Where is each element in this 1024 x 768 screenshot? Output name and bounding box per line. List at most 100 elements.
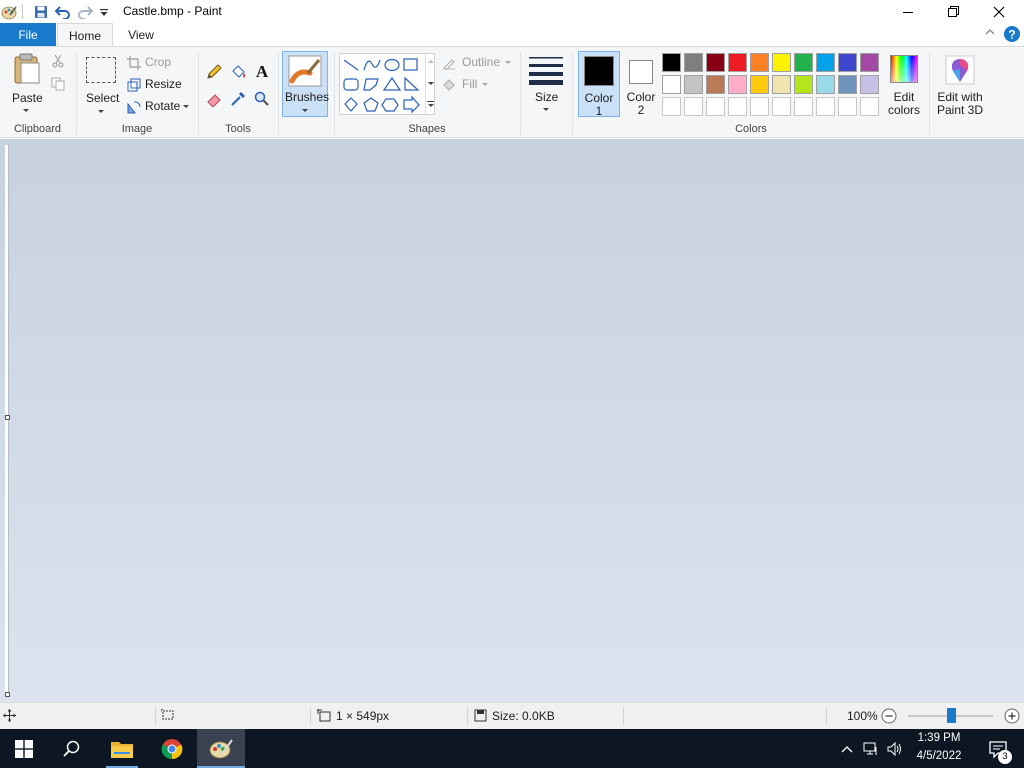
color2-button[interactable]: Color 2 [622,51,660,117]
start-button[interactable] [0,729,48,768]
palette-swatch[interactable] [728,53,747,72]
custom-color-slot[interactable] [706,97,725,116]
magnifier-icon[interactable] [254,91,270,110]
cut-icon[interactable] [51,54,65,71]
outline-label: Outline [462,55,501,69]
palette-swatch[interactable] [706,53,725,72]
save-icon[interactable] [32,3,50,21]
windows-icon [15,739,33,758]
edit-colors-label-1: Edit [893,90,915,104]
minimize-icon[interactable] [885,0,931,23]
select-dropdown-icon [98,110,104,113]
copy-icon[interactable] [51,77,65,94]
shapes-group-label: Shapes [408,123,446,135]
zoom-in-icon[interactable] [1004,708,1020,727]
palette-swatch[interactable] [706,75,725,94]
palette-swatch[interactable] [772,53,791,72]
volume-icon[interactable] [884,729,906,768]
zoom-out-icon[interactable] [881,708,897,727]
custom-color-slot[interactable] [838,97,857,116]
palette-swatch[interactable] [750,53,769,72]
select-label: Select [86,91,120,105]
chrome-button[interactable] [148,729,196,768]
palette-swatch[interactable] [860,75,879,94]
text-icon[interactable]: A [254,62,270,83]
tab-file[interactable]: File [0,23,56,46]
custom-color-slot[interactable] [816,97,835,116]
palette-swatch[interactable] [684,75,703,94]
palette-swatch[interactable] [728,75,747,94]
separator [572,51,573,135]
palette-swatch[interactable] [662,53,681,72]
custom-color-slot[interactable] [684,97,703,116]
edit-colors-button[interactable]: Edit colors [886,51,924,117]
palette-swatch[interactable] [838,75,857,94]
paint-app-icon[interactable] [0,3,18,21]
canvas-resize-handle-right[interactable] [5,415,10,420]
show-hidden-icons-icon[interactable] [838,729,856,768]
close-icon[interactable] [976,0,1022,23]
file-explorer-button[interactable] [98,729,146,768]
maximize-icon[interactable] [930,0,976,23]
fill-bucket-icon[interactable] [230,64,246,83]
redo-icon[interactable] [76,3,94,21]
shapes-scroll[interactable] [425,54,435,114]
clock-date[interactable]: 4/5/2022 [908,750,970,762]
fill-dropdown-icon [482,83,488,86]
undo-icon[interactable] [54,3,72,21]
shapes-scroll-up-icon[interactable] [428,60,434,63]
palette-swatch[interactable] [750,75,769,94]
tab-home[interactable]: Home [57,23,113,47]
tab-view[interactable]: View [117,23,165,46]
shapes-scroll-down-icon[interactable] [428,82,434,85]
custom-color-slot[interactable] [860,97,879,116]
palette-swatch[interactable] [772,75,791,94]
network-icon[interactable] [860,729,882,768]
resize-button[interactable]: Resize [127,77,187,93]
canvas-resize-handle-corner[interactable] [5,692,10,697]
customize-quick-access-icon[interactable] [95,3,113,21]
custom-color-slot[interactable] [750,97,769,116]
palette-swatch[interactable] [794,75,813,94]
crop-button[interactable]: Crop [127,55,187,71]
size-button[interactable]: Size [526,51,566,117]
search-button[interactable] [48,729,96,768]
shapes-gallery[interactable] [339,53,435,115]
color2-swatch [629,60,653,84]
palette-swatch[interactable] [838,53,857,72]
zoom-slider-thumb[interactable] [946,708,956,723]
pencil-icon[interactable] [206,64,222,83]
custom-color-slot[interactable] [794,97,813,116]
status-separator [155,707,156,725]
clock-time[interactable]: 1:39 PM [908,732,970,744]
rotate-button[interactable]: Rotate [127,99,191,115]
custom-color-slot[interactable] [662,97,681,116]
help-icon[interactable]: ? [1003,25,1021,46]
file-size: Size: 0.0KB [492,709,555,723]
color1-button[interactable]: Color 1 [578,51,620,118]
zoom-level: 100% [847,709,878,723]
collapse-ribbon-icon[interactable] [984,26,996,41]
palette-swatch[interactable] [662,75,681,94]
paste-button[interactable]: Paste [6,50,46,116]
paint-taskbar-button[interactable] [197,729,245,768]
select-button[interactable]: Select [82,53,120,117]
palette-swatch[interactable] [816,75,835,94]
palette-swatch[interactable] [794,53,813,72]
brushes-button[interactable]: Brushes [282,51,329,117]
tools-group-label: Tools [225,123,251,135]
colors-group-label: Colors [735,123,767,135]
outline-button[interactable]: Outline [442,55,516,71]
palette-swatch[interactable] [860,53,879,72]
custom-color-slot[interactable] [772,97,791,116]
custom-color-slot[interactable] [728,97,747,116]
action-center-button[interactable]: 3 [978,729,1018,768]
rotate-label: Rotate [145,99,181,113]
edit-with-paint3d-button[interactable]: Edit with Paint 3D [933,51,987,117]
eraser-icon[interactable] [206,91,222,110]
color-picker-icon[interactable] [230,91,246,110]
palette-swatch[interactable] [816,53,835,72]
shapes-more-icon[interactable] [427,101,434,102]
fill-button[interactable]: Fill [442,77,502,93]
palette-swatch[interactable] [684,53,703,72]
